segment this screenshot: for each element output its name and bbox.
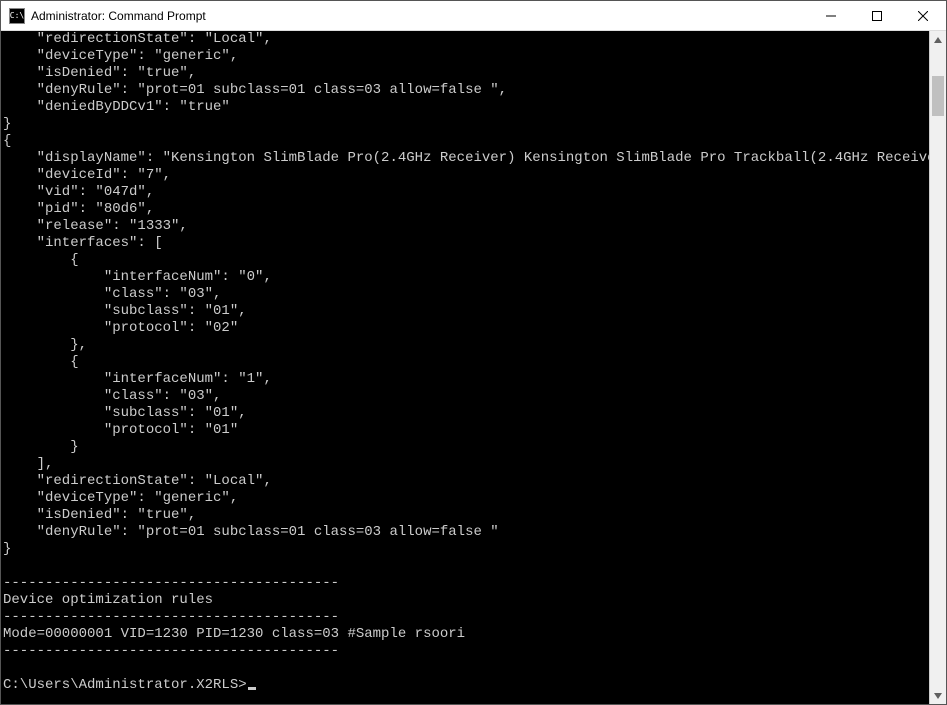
console-line: "isDenied": "true", (3, 507, 929, 524)
minimize-button[interactable] (808, 1, 854, 30)
console-line: "displayName": "Kensington SlimBlade Pro… (3, 150, 929, 167)
console-line: "protocol": "01" (3, 422, 929, 439)
console-line: } (3, 541, 929, 558)
console-line: { (3, 252, 929, 269)
close-icon (918, 11, 928, 21)
console-line: ---------------------------------------- (3, 643, 929, 660)
maximize-icon (872, 11, 882, 21)
console-line: "interfaces": [ (3, 235, 929, 252)
console-line: "deviceId": "7", (3, 167, 929, 184)
console-line: } (3, 439, 929, 456)
console-line: "redirectionState": "Local", (3, 473, 929, 490)
console-line: "class": "03", (3, 388, 929, 405)
vertical-scrollbar[interactable] (929, 31, 946, 704)
console-line: "vid": "047d", (3, 184, 929, 201)
console-line: "subclass": "01", (3, 405, 929, 422)
console-container: "redirectionState": "Local", "deviceType… (1, 31, 946, 704)
console-line: ], (3, 456, 929, 473)
console-line: "isDenied": "true", (3, 65, 929, 82)
console-line (3, 660, 929, 677)
maximize-button[interactable] (854, 1, 900, 30)
console-line: "deviceType": "generic", (3, 48, 929, 65)
console-line (3, 558, 929, 575)
console-line: { (3, 133, 929, 150)
console-line: "release": "1333", (3, 218, 929, 235)
console-line: }, (3, 337, 929, 354)
console-line: "deniedByDDCv1": "true" (3, 99, 929, 116)
console-line: "protocol": "02" (3, 320, 929, 337)
scroll-down-arrow-icon[interactable] (930, 687, 946, 704)
window-controls (808, 1, 946, 30)
console-line: "interfaceNum": "1", (3, 371, 929, 388)
console-line: "subclass": "01", (3, 303, 929, 320)
prompt-line[interactable]: C:\Users\Administrator.X2RLS> (3, 677, 929, 694)
console-line: } (3, 116, 929, 133)
scroll-up-arrow-icon[interactable] (930, 31, 946, 48)
console-line: "pid": "80d6", (3, 201, 929, 218)
console-line: { (3, 354, 929, 371)
console-line: Device optimization rules (3, 592, 929, 609)
titlebar[interactable]: C:\ Administrator: Command Prompt (1, 1, 946, 31)
console-line: "denyRule": "prot=01 subclass=01 class=0… (3, 524, 929, 541)
console-line: Mode=00000001 VID=1230 PID=1230 class=03… (3, 626, 929, 643)
cursor (248, 687, 256, 690)
close-button[interactable] (900, 1, 946, 30)
console-line: ---------------------------------------- (3, 609, 929, 626)
prompt-text: C:\Users\Administrator.X2RLS> (3, 677, 247, 693)
console-line: "interfaceNum": "0", (3, 269, 929, 286)
console-line: ---------------------------------------- (3, 575, 929, 592)
minimize-icon (826, 11, 836, 21)
window-title: Administrator: Command Prompt (31, 9, 206, 23)
console-line: "redirectionState": "Local", (3, 31, 929, 48)
console-line: "deviceType": "generic", (3, 490, 929, 507)
console-line: "denyRule": "prot=01 subclass=01 class=0… (3, 82, 929, 99)
console-line: "class": "03", (3, 286, 929, 303)
scrollbar-thumb[interactable] (932, 76, 944, 116)
cmd-icon: C:\ (9, 8, 25, 24)
console-output[interactable]: "redirectionState": "Local", "deviceType… (1, 31, 929, 704)
